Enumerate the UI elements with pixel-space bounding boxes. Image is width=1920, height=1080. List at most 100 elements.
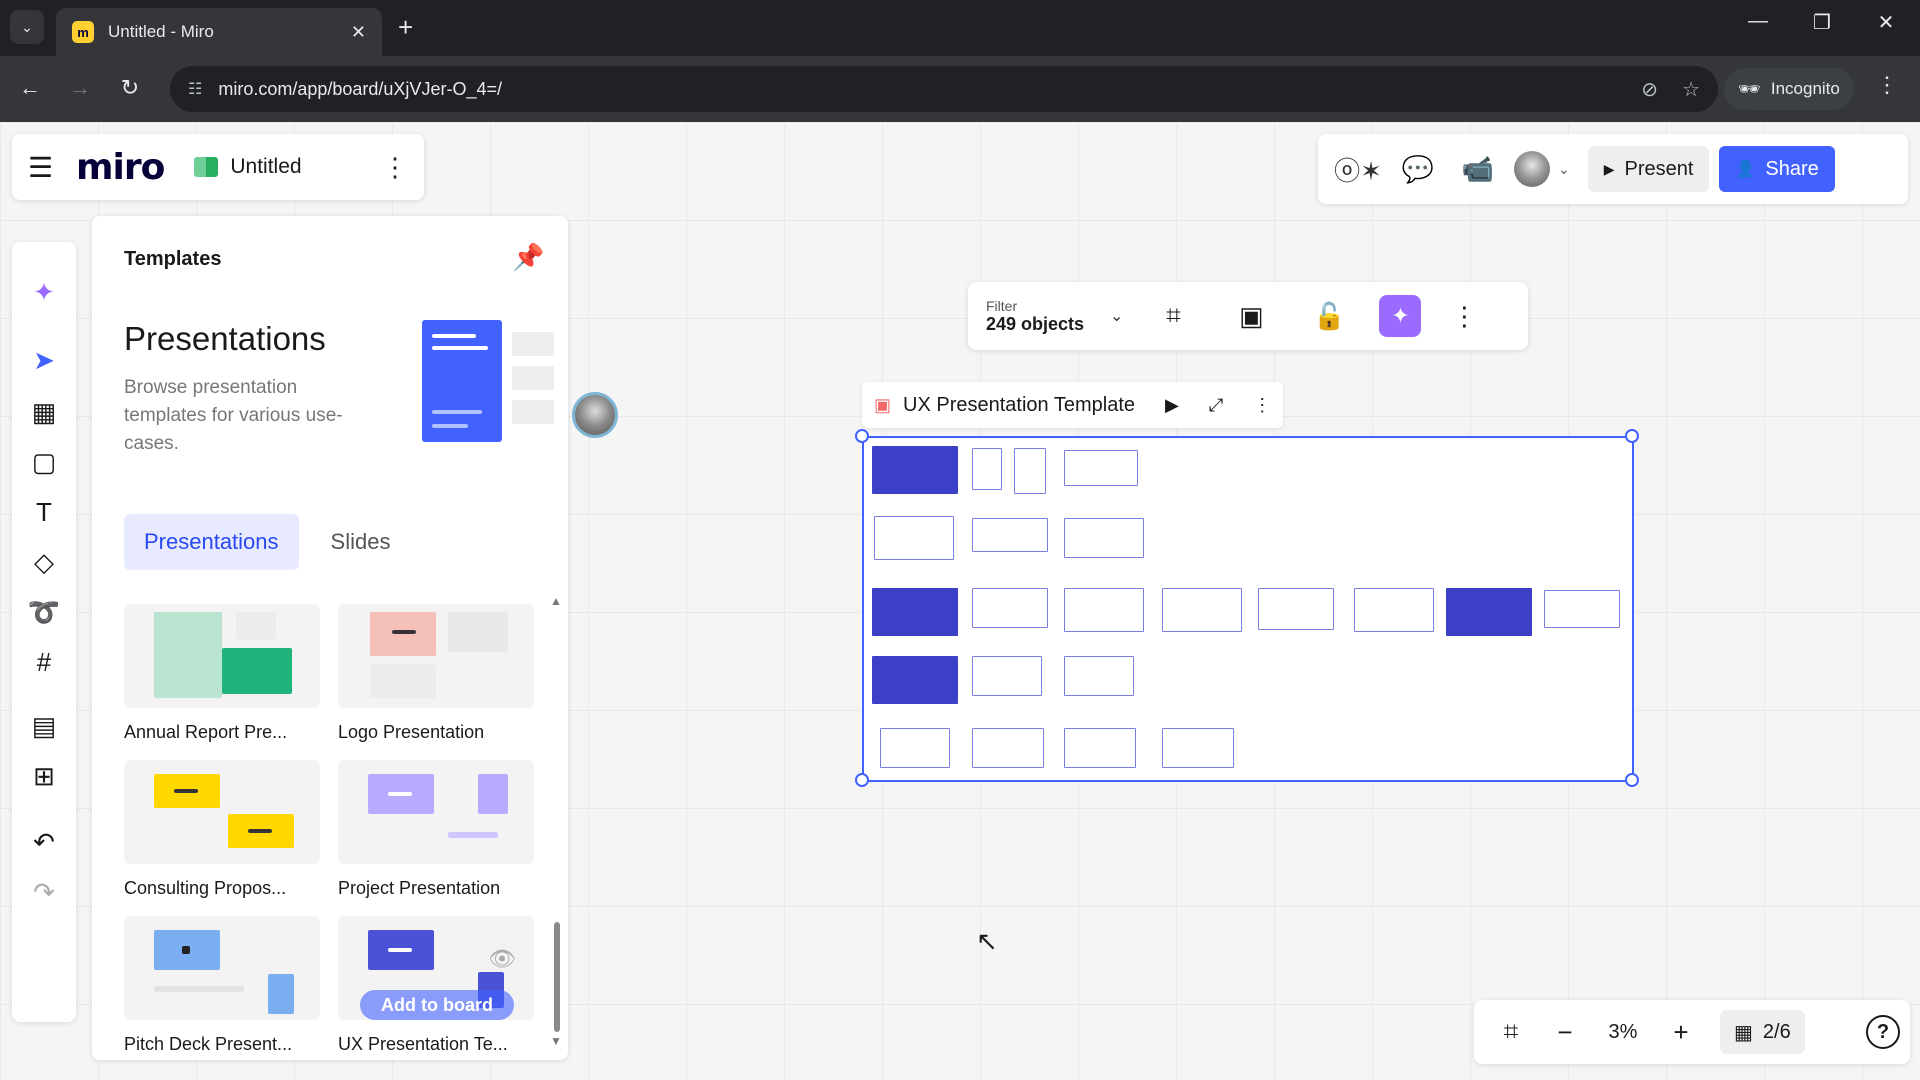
ai-sparkle-icon[interactable]: ✦ (20, 268, 68, 316)
slide-thumbnail[interactable] (1162, 588, 1242, 632)
shapes-icon[interactable]: ◇ (20, 538, 68, 586)
slide-thumbnail[interactable] (972, 728, 1044, 768)
minimize-window-icon[interactable]: — (1738, 10, 1778, 33)
tab-list-chevron-icon[interactable]: ⌄ (10, 10, 44, 44)
help-question-icon[interactable]: ? (1866, 1015, 1900, 1049)
address-bar[interactable]: ☷ miro.com/app/board/uXjVJer-O_4=/ ⊘ ☆ (170, 66, 1718, 112)
video-call-icon[interactable]: 📹 (1448, 145, 1508, 193)
text-tool-icon[interactable]: T (20, 488, 68, 536)
reload-icon[interactable]: ↻ (112, 70, 148, 106)
board-canvas[interactable]: ☰ miro Untitled ⋮ ⓞ✶ 💬 📹 ⌄ ▶ Present 👤 S… (0, 122, 1920, 1080)
slide-thumbnail[interactable] (880, 728, 950, 768)
zoom-level[interactable]: 3% (1592, 1021, 1654, 1044)
frame-tool-icon[interactable]: # (20, 638, 68, 686)
slide-thumbnail[interactable] (874, 516, 954, 560)
template-card-ux-presentation[interactable]: 👁 Add to board UX Presentation Te... (338, 916, 538, 1055)
slide-thumbnail[interactable] (1064, 656, 1134, 696)
close-window-icon[interactable]: ✕ (1866, 10, 1906, 35)
pen-lasso-icon[interactable]: ➰ (20, 588, 68, 636)
slide-thumbnail[interactable] (872, 446, 958, 494)
slide-thumbnail[interactable] (1064, 450, 1138, 486)
slide-thumbnail[interactable] (972, 588, 1048, 628)
template-card-consulting-proposal[interactable]: Consulting Propos... (124, 760, 324, 899)
ux-presentation-frame[interactable] (855, 429, 1639, 787)
add-to-board-button[interactable]: Add to board (360, 990, 514, 1020)
slide-thumbnail[interactable] (1064, 518, 1144, 558)
frame-kebab-icon[interactable]: ⋮ (1253, 395, 1271, 416)
filter-dropdown[interactable]: Filter 249 objects (986, 298, 1096, 335)
slide-thumbnail[interactable] (1544, 590, 1620, 628)
tab-presentations[interactable]: Presentations (124, 514, 299, 570)
board-title[interactable]: Untitled (230, 155, 301, 179)
templates-panel: Templates 📌 Presentations Browse present… (92, 216, 568, 1060)
resize-handle[interactable] (855, 429, 869, 443)
reactions-icon[interactable]: ⓞ✶ (1328, 145, 1388, 193)
play-icon[interactable]: ▶ (1165, 395, 1179, 416)
add-more-plus-icon[interactable]: ⊞ (20, 752, 68, 800)
forward-arrow-icon[interactable]: → (62, 70, 98, 106)
board-options-kebab-icon[interactable]: ⋮ (382, 152, 408, 183)
browser-menu-kebab-icon[interactable]: ⋮ (1876, 72, 1898, 98)
frame-header[interactable]: ▣ UX Presentation Template ▶ ⤢ ⋮ (862, 382, 1284, 428)
new-tab-plus-icon[interactable]: + (398, 12, 413, 42)
slide-thumbnail[interactable] (972, 656, 1042, 696)
template-card-logo-presentation[interactable]: Logo Presentation (338, 604, 538, 743)
pin-icon[interactable]: 📌 (512, 242, 544, 273)
tab-close-icon[interactable]: ✕ (351, 22, 366, 43)
expand-icon[interactable]: ⤢ (1209, 395, 1223, 416)
zoom-out-minus-icon[interactable]: − (1538, 1008, 1592, 1056)
slide-thumbnail[interactable] (1354, 588, 1434, 632)
redo-icon[interactable]: ↷ (20, 868, 68, 916)
more-options-kebab-icon[interactable]: ⋮ (1451, 301, 1477, 332)
frame-resize-icon[interactable]: ⌗ (1145, 292, 1201, 340)
sticky-note-icon[interactable]: ▢ (20, 438, 68, 486)
slide-thumbnail[interactable] (972, 448, 1002, 490)
slide-thumbnail[interactable] (1446, 588, 1532, 636)
ai-assist-icon[interactable]: ✦ (1379, 295, 1422, 337)
presentation-board-icon[interactable]: ▣ (1223, 292, 1279, 340)
back-arrow-icon[interactable]: ← (12, 70, 48, 106)
template-card-annual-report[interactable]: Annual Report Pre... (124, 604, 324, 743)
template-card-pitch-deck[interactable]: Pitch Deck Present... (124, 916, 324, 1055)
frame-title[interactable]: UX Presentation Template (903, 394, 1135, 417)
share-button[interactable]: 👤 Share (1719, 146, 1835, 192)
slide-thumbnail[interactable] (1064, 728, 1136, 768)
scrollbar-thumb[interactable] (554, 922, 560, 1032)
resize-handle[interactable] (1625, 429, 1639, 443)
fit-to-screen-icon[interactable]: ⌗ (1484, 1008, 1538, 1056)
main-menu-hamburger-icon[interactable]: ☰ (28, 151, 62, 184)
preview-eye-icon[interactable]: 👁 (488, 946, 516, 972)
slide-thumbnail[interactable] (872, 588, 958, 636)
frames-navigator-button[interactable]: ▦ 2/6 (1720, 1010, 1805, 1054)
chevron-down-icon[interactable]: ⌄ (1110, 306, 1123, 326)
browser-tab[interactable]: m Untitled - Miro ✕ (56, 8, 382, 56)
slide-thumbnail[interactable] (1014, 448, 1046, 494)
incognito-badge[interactable]: 🕶 Incognito (1724, 68, 1854, 110)
tab-title: Untitled - Miro (108, 22, 214, 41)
table-icon[interactable]: ▤ (20, 702, 68, 750)
chat-icon[interactable]: 💬 (1388, 145, 1448, 193)
eye-off-icon[interactable]: ⊘ (1641, 77, 1658, 102)
slide-thumbnail[interactable] (1258, 588, 1334, 630)
site-info-icon[interactable]: ☷ (188, 79, 202, 99)
undo-icon[interactable]: ↶ (20, 818, 68, 866)
select-arrow-icon[interactable]: ➤ (20, 336, 68, 384)
lock-icon[interactable]: 🔓 (1301, 292, 1357, 340)
slide-thumbnail[interactable] (872, 656, 958, 704)
scroll-down-arrow-icon[interactable]: ▼ (550, 1034, 562, 1048)
scroll-up-arrow-icon[interactable]: ▲ (550, 594, 562, 608)
resize-handle[interactable] (855, 773, 869, 787)
templates-icon[interactable]: ▦ (20, 388, 68, 436)
tab-slides[interactable]: Slides (311, 514, 411, 570)
restore-window-icon[interactable]: ❐ (1802, 10, 1842, 35)
present-button[interactable]: ▶ Present (1587, 146, 1710, 192)
zoom-in-plus-icon[interactable]: + (1654, 1008, 1708, 1056)
template-card-project-presentation[interactable]: Project Presentation (338, 760, 538, 899)
slide-thumbnail[interactable] (1162, 728, 1234, 768)
slide-thumbnail[interactable] (1064, 588, 1144, 632)
resize-handle[interactable] (1625, 773, 1639, 787)
miro-logo[interactable]: miro (76, 147, 165, 188)
user-avatar-menu[interactable]: ⌄ (1514, 151, 1570, 187)
slide-thumbnail[interactable] (972, 518, 1048, 552)
bookmark-star-icon[interactable]: ☆ (1682, 77, 1700, 102)
